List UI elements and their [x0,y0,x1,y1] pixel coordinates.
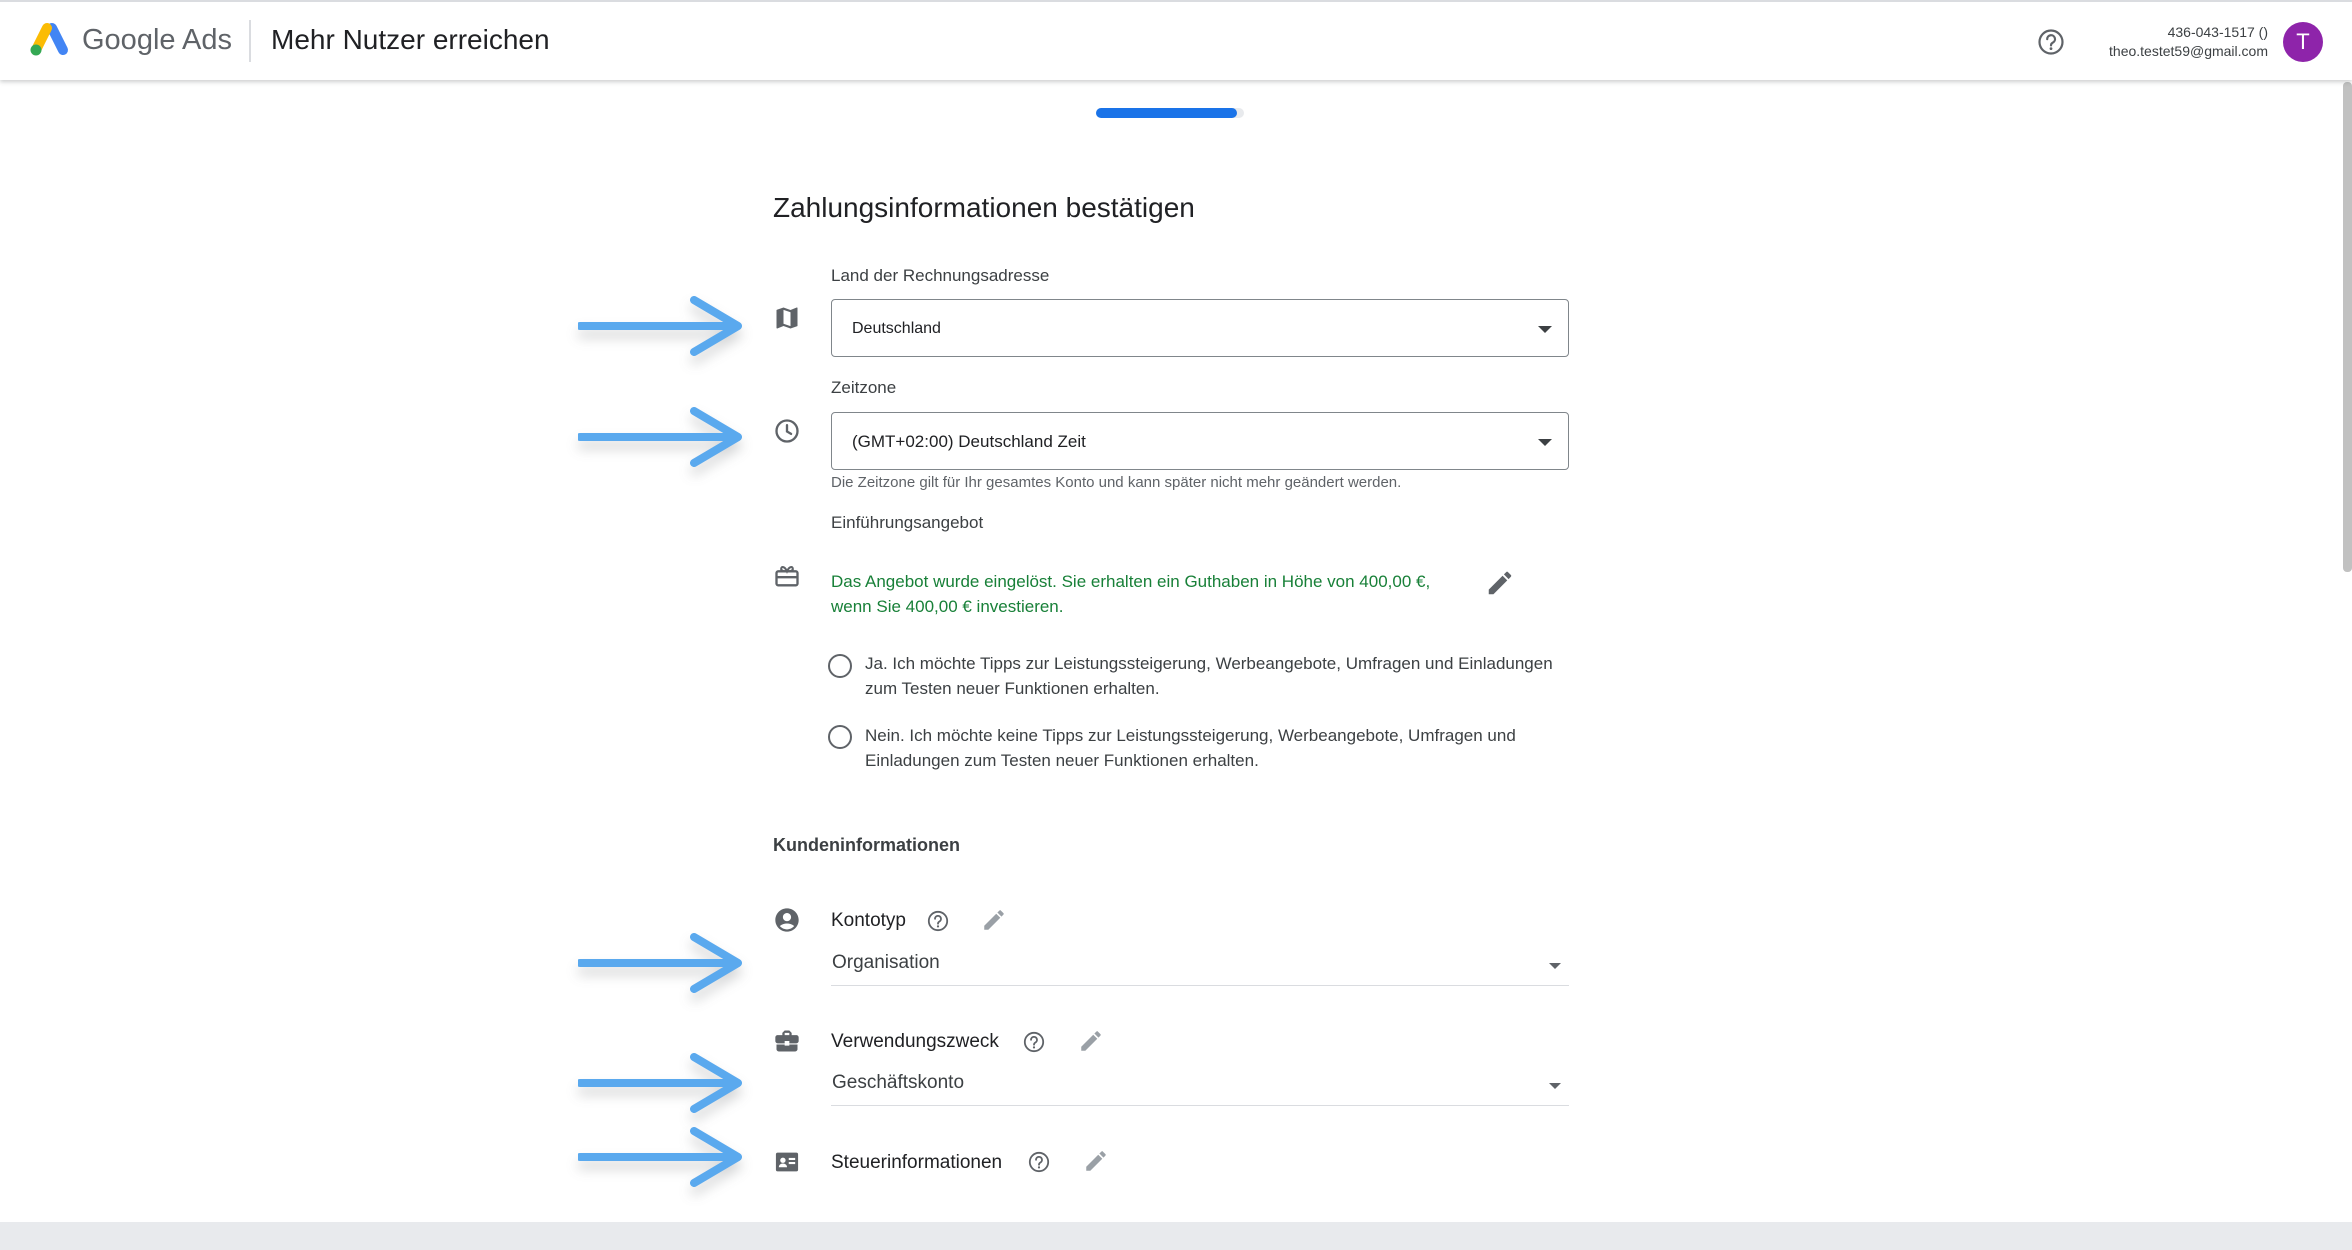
tips-no-radio[interactable] [828,725,852,749]
country-value: Deutschland [852,320,941,337]
title-divider [249,20,251,62]
tips-no-line-1: Nein. Ich möchte keine Tipps zur Leistun… [865,726,1516,745]
purpose-select[interactable]: Geschäftskonto [831,1064,1569,1106]
edit-account-type-pencil-icon[interactable] [981,907,1007,933]
account-info[interactable]: 436-043-1517 () theo.testet59@gmail.com [2109,23,2268,61]
section-heading: Zahlungsinformationen bestätigen [773,192,1195,223]
progress-fill [1096,108,1237,118]
purpose-label: Verwendungszweck [831,1031,999,1052]
country-select[interactable]: Deutschland [831,299,1569,357]
edit-purpose-pencil-icon[interactable] [1078,1028,1104,1054]
annotation-arrow-icon [578,1127,742,1187]
dropdown-arrow-icon [1538,326,1552,333]
purpose-help-icon[interactable] [1022,1030,1046,1054]
dropdown-arrow-icon [1549,1083,1561,1089]
tips-yes-label: Ja. Ich möchte Tipps zur Leistungssteige… [865,651,1585,701]
briefcase-icon [775,1030,799,1052]
edit-tax-info-pencil-icon[interactable] [1083,1148,1109,1174]
purpose-value: Geschäftskonto [832,1072,965,1093]
tax-info-help-icon[interactable] [1027,1150,1051,1174]
tips-no-label: Nein. Ich möchte keine Tipps zur Leistun… [865,723,1585,773]
account-type-help-icon[interactable] [926,909,950,933]
timezone-label: Zeitzone [831,378,897,397]
tips-yes-line-2: zum Testen neuer Funktionen erhalten. [865,679,1160,698]
edit-offer-pencil-icon[interactable] [1485,568,1515,598]
clock-icon [775,419,799,443]
offer-message: Das Angebot wurde eingelöst. Sie erhalte… [831,569,1491,619]
timezone-select[interactable]: (GMT+02:00) Deutschland Zeit [831,412,1569,470]
tips-yes-line-1: Ja. Ich möchte Tipps zur Leistungssteige… [865,654,1553,673]
tax-info-label: Steuerinformationen [831,1152,1003,1173]
annotation-arrow-icon [578,296,742,356]
progress-bar [1096,108,1244,118]
top-app-bar: Google Ads Mehr Nutzer erreichen 436-043… [0,0,2352,80]
contact-card-icon [775,1152,799,1172]
dropdown-arrow-icon [1538,439,1552,446]
timezone-value: (GMT+02:00) Deutschland Zeit [852,432,1086,451]
offer-text-line-1: Das Angebot wurde eingelöst. Sie erhalte… [831,572,1431,591]
customer-info-heading: Kundeninformationen [773,835,960,855]
tips-yes-radio[interactable] [828,654,852,678]
account-email: theo.testet59@gmail.com [2109,43,2268,59]
account-type-select[interactable]: Organisation [831,944,1569,986]
account-id: 436-043-1517 () [2167,24,2268,40]
offer-label: Einführungsangebot [831,513,984,532]
account-type-label: Kontotyp [831,910,906,931]
annotation-arrow-icon [578,1053,742,1113]
gift-card-icon [775,566,799,587]
account-circle-icon [775,908,799,932]
timezone-hint: Die Zeitzone gilt für Ihr gesamtes Konto… [831,474,1402,491]
page-title: Mehr Nutzer erreichen [271,24,550,55]
help-icon[interactable] [2036,27,2066,57]
dropdown-arrow-icon [1549,963,1561,969]
google-ads-logo-icon [30,23,68,56]
avatar[interactable]: T [2283,22,2323,62]
annotation-arrow-icon [578,933,742,993]
product-name: Google Ads [82,24,232,56]
scrollbar-thumb[interactable] [2343,82,2352,572]
account-type-value: Organisation [832,952,940,973]
tips-no-line-2: Einladungen zum Testen neuer Funktionen … [865,751,1259,770]
annotation-arrow-icon [578,407,742,467]
bottom-band [0,1222,2352,1250]
map-icon [776,307,798,329]
offer-text-line-2: wenn Sie 400,00 € investieren. [831,597,1064,616]
country-label: Land der Rechnungsadresse [831,266,1050,285]
